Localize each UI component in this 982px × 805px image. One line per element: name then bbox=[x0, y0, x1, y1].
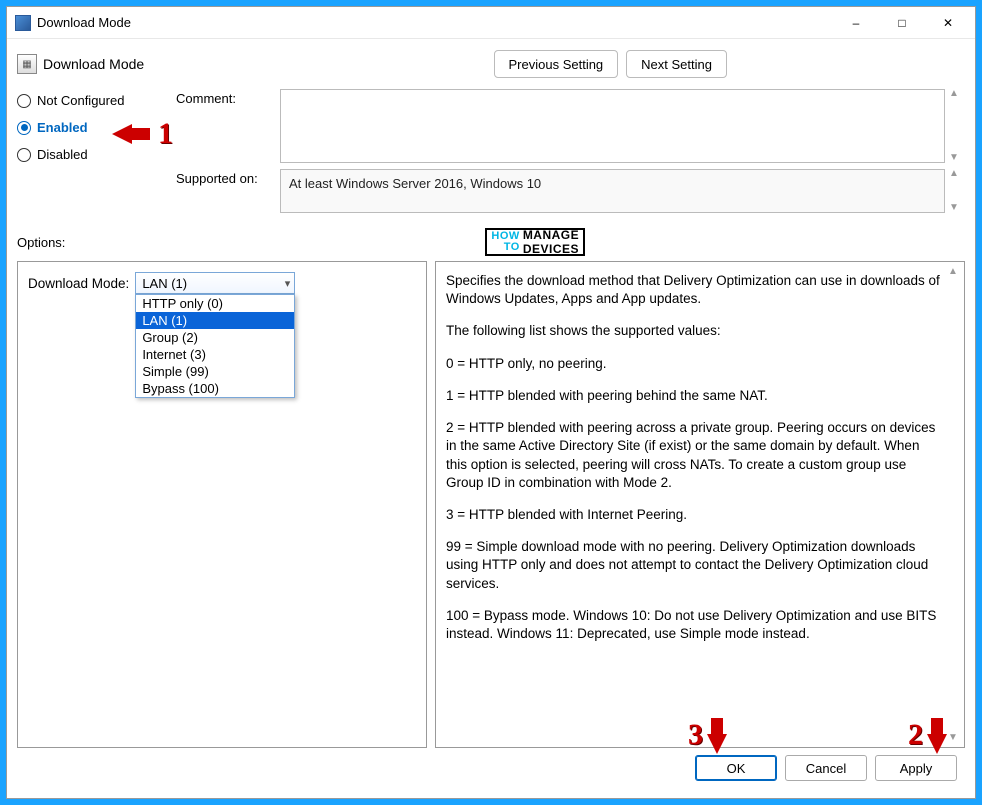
supported-label: Supported on: bbox=[176, 169, 276, 186]
supported-on-text: At least Windows Server 2016, Windows 10 bbox=[280, 169, 945, 213]
dialog-footer: OK Cancel Apply 3 2 bbox=[17, 748, 965, 788]
panes: Download Mode: LAN (1) ▾ HTTP only (0) L… bbox=[17, 261, 965, 748]
download-mode-row: Download Mode: LAN (1) ▾ HTTP only (0) L… bbox=[28, 272, 416, 294]
radio-icon bbox=[17, 148, 31, 162]
ok-button[interactable]: OK bbox=[695, 755, 777, 781]
chevron-down-icon: ▾ bbox=[285, 277, 291, 290]
radio-label: Enabled bbox=[37, 120, 88, 135]
radio-icon bbox=[17, 121, 31, 135]
apply-button[interactable]: Apply bbox=[875, 755, 957, 781]
help-text: Specifies the download method that Deliv… bbox=[446, 272, 944, 308]
dialog-content: ▦ Download Mode Previous Setting Next Se… bbox=[7, 39, 975, 798]
logo-main: MANAGE DEVICES bbox=[523, 228, 579, 256]
combo-selected-text: LAN (1) bbox=[142, 276, 187, 291]
combo-option[interactable]: Simple (99) bbox=[136, 363, 294, 380]
combo-selected[interactable]: LAN (1) ▾ bbox=[135, 272, 295, 294]
supported-scrollbar[interactable]: ▲▼ bbox=[949, 169, 965, 213]
combo-dropdown-list: HTTP only (0) LAN (1) Group (2) Internet… bbox=[135, 294, 295, 398]
maximize-button[interactable]: □ bbox=[879, 8, 925, 38]
previous-setting-button[interactable]: Previous Setting bbox=[494, 50, 619, 78]
radio-disabled[interactable]: Disabled bbox=[17, 147, 172, 162]
help-pane: Specifies the download method that Deliv… bbox=[435, 261, 965, 748]
radio-label: Disabled bbox=[37, 147, 88, 162]
combo-option[interactable]: Internet (3) bbox=[136, 346, 294, 363]
header-row: ▦ Download Mode Previous Setting Next Se… bbox=[17, 45, 965, 83]
app-icon bbox=[15, 15, 31, 31]
page-title: Download Mode bbox=[43, 56, 144, 72]
help-text: 3 = HTTP blended with Internet Peering. bbox=[446, 506, 944, 524]
window-title: Download Mode bbox=[37, 15, 131, 30]
comment-input[interactable] bbox=[280, 89, 945, 163]
radio-icon bbox=[17, 94, 31, 108]
watermark-logo: HOW TO MANAGE DEVICES bbox=[485, 228, 585, 256]
help-text: 1 = HTTP blended with peering behind the… bbox=[446, 387, 944, 405]
radio-enabled[interactable]: Enabled bbox=[17, 120, 172, 135]
combo-option[interactable]: Group (2) bbox=[136, 329, 294, 346]
help-text: 100 = Bypass mode. Windows 10: Do not us… bbox=[446, 607, 944, 643]
close-button[interactable]: ✕ bbox=[925, 8, 971, 38]
titlebar: Download Mode – □ ✕ bbox=[7, 7, 975, 39]
logo-howto: HOW TO bbox=[491, 231, 519, 253]
help-text: 2 = HTTP blended with peering across a p… bbox=[446, 419, 944, 492]
comment-label: Comment: bbox=[176, 89, 276, 106]
options-pane: Download Mode: LAN (1) ▾ HTTP only (0) L… bbox=[17, 261, 427, 748]
setting-state-grid: Not Configured Enabled Disabled 1 Commen… bbox=[17, 89, 965, 213]
next-setting-button[interactable]: Next Setting bbox=[626, 50, 727, 78]
dialog-window: Download Mode – □ ✕ ▦ Download Mode Prev… bbox=[6, 6, 976, 799]
download-mode-combobox[interactable]: LAN (1) ▾ HTTP only (0) LAN (1) Group (2… bbox=[135, 272, 295, 294]
policy-icon: ▦ bbox=[17, 54, 37, 74]
combo-option[interactable]: LAN (1) bbox=[136, 312, 294, 329]
options-label: Options: bbox=[17, 235, 65, 250]
radio-label: Not Configured bbox=[37, 93, 124, 108]
comment-scrollbar[interactable]: ▲▼ bbox=[949, 89, 965, 163]
download-mode-label: Download Mode: bbox=[28, 276, 129, 291]
radio-not-configured[interactable]: Not Configured bbox=[17, 93, 172, 108]
help-text: 99 = Simple download mode with no peerin… bbox=[446, 538, 944, 593]
combo-option[interactable]: HTTP only (0) bbox=[136, 295, 294, 312]
combo-option[interactable]: Bypass (100) bbox=[136, 380, 294, 397]
options-header-row: Options: HOW TO MANAGE DEVICES bbox=[17, 229, 965, 255]
minimize-button[interactable]: – bbox=[833, 8, 879, 38]
help-text: 0 = HTTP only, no peering. bbox=[446, 355, 944, 373]
help-text: The following list shows the supported v… bbox=[446, 322, 944, 340]
cancel-button[interactable]: Cancel bbox=[785, 755, 867, 781]
help-scrollbar[interactable]: ▲▼ bbox=[948, 262, 964, 747]
state-radio-group: Not Configured Enabled Disabled 1 bbox=[17, 89, 172, 162]
